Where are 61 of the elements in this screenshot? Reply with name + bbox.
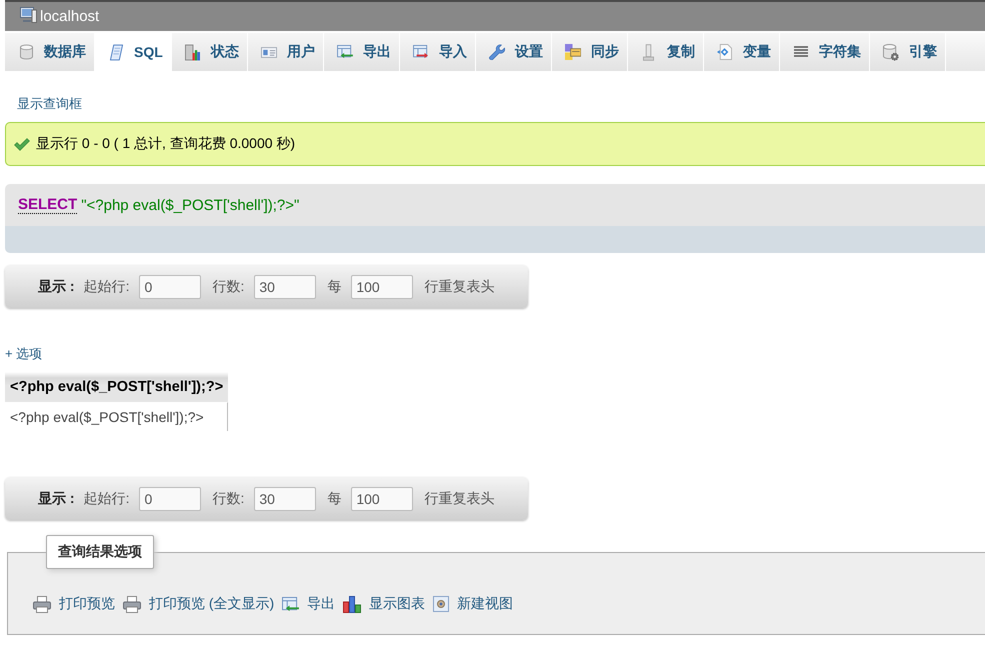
table-arrow-icon — [336, 45, 353, 59]
monitor-icon — [20, 7, 37, 23]
sql-string: "<?php eval($_POST['shell']);?>" — [81, 196, 300, 214]
lines-icon — [794, 46, 808, 58]
column-header[interactable]: <?php eval($_POST['shell']);?> — [5, 372, 228, 402]
cylinder-gear-icon — [882, 44, 899, 60]
sql-keyword-link[interactable]: SELECT — [18, 196, 78, 214]
repeat-header-field[interactable]: 100 — [351, 486, 414, 510]
nav-tab[interactable]: 用户 — [248, 33, 324, 71]
display-label: 显示 : — [38, 490, 75, 508]
server-title: localhost — [40, 8, 100, 25]
nav-tab[interactable]: 复制 — [628, 33, 704, 71]
table-arrow-icon — [412, 45, 429, 59]
repeat-label: 每 — [327, 490, 342, 508]
pillar-icon — [643, 44, 654, 60]
row-count-label: 行数: — [212, 278, 244, 296]
wrench-icon — [488, 44, 505, 60]
table-cell: <?php eval($_POST['shell']);?> — [5, 402, 228, 431]
start-row-field[interactable]: 0 — [139, 486, 202, 510]
start-row-label: 起始行: — [84, 490, 130, 508]
nav-tab[interactable]: 状态 — [172, 33, 248, 71]
nav-tab[interactable]: 导出 — [324, 33, 400, 71]
repeat-header-label: 行重复表头 — [424, 278, 494, 296]
options-link[interactable]: + 选项 — [5, 345, 42, 363]
display-label: 显示 : — [38, 278, 75, 296]
nav-tab[interactable]: 数据库 — [5, 33, 95, 71]
repeat-label: 每 — [327, 278, 342, 296]
panel-legend: 查询结果选项 — [46, 535, 154, 569]
nav-tab[interactable]: 变量 — [704, 33, 780, 71]
window-icon — [433, 596, 450, 612]
action-link[interactable]: 打印预览 — [33, 595, 115, 613]
squares-icon — [564, 44, 581, 60]
start-row-field[interactable]: 0 — [139, 274, 202, 298]
start-row-label: 起始行: — [84, 278, 130, 296]
bar-chart-icon — [343, 596, 362, 612]
printer-icon — [33, 596, 51, 612]
repeat-header-field[interactable]: 100 — [351, 274, 414, 298]
show-query-box-link[interactable]: 显示查询框 — [17, 95, 82, 113]
cylinder-icon — [20, 44, 32, 60]
nav-tab[interactable]: SQL — [95, 33, 172, 71]
document-icon — [717, 44, 732, 60]
repeat-header-label: 行重复表头 — [424, 490, 494, 508]
nav-tab[interactable]: 同步 — [552, 33, 628, 71]
id-card-icon — [260, 46, 277, 58]
action-link[interactable]: 导出 — [282, 595, 336, 613]
server-chart-icon — [185, 44, 200, 60]
row-count-field[interactable]: 30 — [254, 486, 316, 510]
table-arrow-icon — [282, 596, 300, 612]
action-link[interactable]: 显示图表 — [343, 595, 426, 613]
action-link[interactable]: 打印预览 (全文显示) — [123, 595, 274, 613]
row-count-field[interactable]: 30 — [254, 274, 316, 298]
row-count-label: 行数: — [212, 490, 244, 508]
nav-tab[interactable]: 字符集 — [780, 33, 870, 71]
message-text: 显示行 0 - 0 ( 1 总计, 查询花费 0.0000 秒) — [36, 135, 296, 153]
printer-icon — [123, 596, 141, 612]
scroll-icon — [110, 44, 122, 60]
action-link[interactable]: 新建视图 — [433, 595, 514, 613]
nav-tab[interactable]: 导入 — [400, 33, 476, 71]
nav-tab[interactable]: 引擎 — [870, 33, 946, 71]
check-icon — [14, 138, 30, 150]
nav-tab[interactable]: 设置 — [476, 33, 552, 71]
